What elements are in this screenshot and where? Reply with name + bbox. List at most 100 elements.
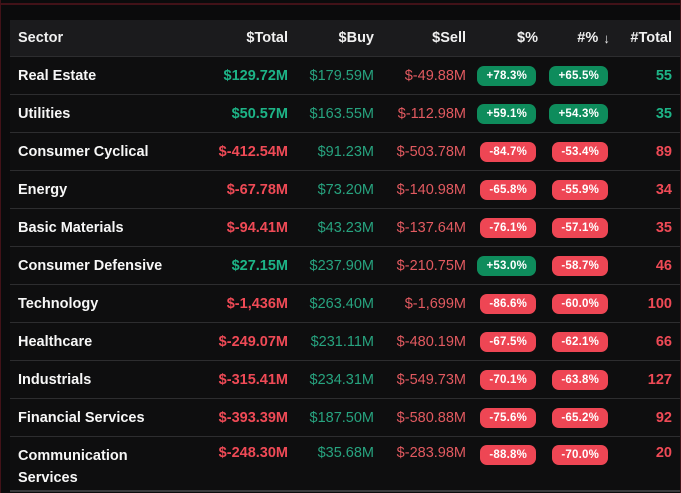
table-row[interactable]: Industrials $-315.41M $234.31M $-549.73M… [10,361,681,399]
total-value: $27.15M [231,257,288,274]
sort-desc-arrow-icon: ↓ [603,30,610,46]
num-total-value: 92 [655,409,672,426]
sell-value: $-549.73M [396,371,466,388]
table-row[interactable]: Utilities $50.57M $163.55M $-112.98M +59… [10,95,681,133]
num-total-value: 100 [647,295,672,312]
num-pct-badge: -62.1% [552,331,608,352]
total-value: $-393.39M [218,409,288,426]
num-pct-cell: -70.0% [538,437,610,465]
dollar-pct-badge: -70.1% [480,369,536,390]
num-pct-cell: -57.1% [538,217,610,238]
sell-value: $-580.88M [396,409,466,426]
num-pct-badge: -57.1% [552,217,608,238]
total-value: $-249.07M [218,333,288,350]
sector-name: Basic Materials [18,219,124,236]
dollar-pct-cell: -88.8% [466,437,538,465]
sector-name: Real Estate [18,67,97,84]
column-header-num-total[interactable]: #Total [610,30,672,46]
total-value: $-412.54M [218,143,288,160]
num-pct-badge: -63.8% [552,369,608,390]
table-row[interactable]: Energy $-67.78M $73.20M $-140.98M -65.8%… [10,171,681,209]
column-header-dollar-pct[interactable]: $% [466,30,538,46]
dollar-pct-badge: +59.1% [477,103,536,124]
num-total-value: 55 [655,67,672,84]
dollar-pct-badge: -67.5% [480,331,536,352]
total-value: $50.57M [231,105,288,122]
num-pct-cell: -63.8% [538,369,610,390]
table-row[interactable]: Communication Services $-248.30M $35.68M… [10,437,681,492]
buy-value: $263.40M [309,295,375,312]
dollar-pct-cell: -70.1% [466,369,538,390]
sector-name: Healthcare [18,333,93,350]
buy-value: $234.31M [309,371,375,388]
num-pct-cell: +65.5% [538,65,610,86]
dollar-pct-cell: -76.1% [466,217,538,238]
num-pct-cell: -65.2% [538,407,610,428]
dollar-pct-cell: -65.8% [466,179,538,200]
column-header-dollar-sell[interactable]: $Sell [374,30,466,46]
sell-value: $-480.19M [396,333,466,350]
column-header-dollar-total[interactable]: $Total [170,30,288,46]
dollar-pct-badge: -84.7% [480,141,536,162]
num-total-value: 34 [655,181,672,198]
num-total-value: 89 [655,143,672,160]
sector-name: Consumer Cyclical [18,143,149,160]
table-row[interactable]: Real Estate $129.72M $179.59M $-49.88M +… [10,57,681,95]
sector-name: Communication Services [18,448,128,486]
dollar-pct-badge: +78.3% [477,65,536,86]
buy-value: $187.50M [309,409,375,426]
num-total-value: 35 [655,105,672,122]
num-total-value: 127 [647,371,672,388]
sell-value: $-210.75M [396,257,466,274]
sector-name: Consumer Defensive [18,257,163,274]
table-header-row: Sector $Total $Buy $Sell $% #% ↓ #Total [10,20,681,57]
total-value: $-94.41M [226,219,288,236]
num-pct-cell: -62.1% [538,331,610,352]
table-row[interactable]: Technology $-1,436M $263.40M $-1,699M -8… [10,285,681,323]
num-total-value: 35 [655,219,672,236]
dollar-pct-badge: -75.6% [480,407,536,428]
sell-value: $-283.98M [396,445,466,461]
column-header-dollar-buy[interactable]: $Buy [288,30,374,46]
num-total-value: 20 [655,445,672,461]
sell-value: $-49.88M [404,67,466,84]
total-value: $-248.30M [218,445,288,461]
buy-value: $73.20M [317,181,374,198]
total-value: $-1,436M [226,295,288,312]
sell-value: $-137.64M [396,219,466,236]
dollar-pct-badge: -88.8% [480,445,536,465]
sector-flow-table: Sector $Total $Buy $Sell $% #% ↓ #Total … [10,20,681,492]
dollar-pct-cell: -86.6% [466,293,538,314]
dollar-pct-cell: +59.1% [466,103,538,124]
num-pct-badge: -58.7% [552,255,608,276]
buy-value: $43.23M [317,219,374,236]
top-accent-line [0,3,681,5]
num-pct-badge: -70.0% [552,445,608,465]
num-pct-cell: -53.4% [538,141,610,162]
num-pct-badge: +54.3% [549,103,608,124]
num-pct-badge: -55.9% [552,179,608,200]
dollar-pct-cell: -75.6% [466,407,538,428]
buy-value: $91.23M [317,143,374,160]
sell-value: $-1,699M [404,295,466,312]
column-header-sector[interactable]: Sector [10,30,170,46]
column-header-num-pct[interactable]: #% ↓ [538,30,610,46]
sector-name: Energy [18,181,68,198]
table-row[interactable]: Consumer Cyclical $-412.54M $91.23M $-50… [10,133,681,171]
num-total-value: 46 [655,257,672,274]
buy-value: $237.90M [309,257,375,274]
sector-name: Industrials [18,371,92,388]
buy-value: $179.59M [309,67,375,84]
table-row[interactable]: Consumer Defensive $27.15M $237.90M $-21… [10,247,681,285]
table-row[interactable]: Financial Services $-393.39M $187.50M $-… [10,399,681,437]
buy-value: $163.55M [309,105,375,122]
sector-name: Utilities [18,105,71,122]
dollar-pct-cell: +53.0% [466,255,538,276]
sell-value: $-112.98M [397,105,466,122]
dollar-pct-cell: +78.3% [466,65,538,86]
sector-name: Financial Services [18,409,145,426]
table-row[interactable]: Basic Materials $-94.41M $43.23M $-137.6… [10,209,681,247]
table-row[interactable]: Healthcare $-249.07M $231.11M $-480.19M … [10,323,681,361]
num-pct-badge: -53.4% [552,141,608,162]
dollar-pct-badge: -65.8% [480,179,536,200]
